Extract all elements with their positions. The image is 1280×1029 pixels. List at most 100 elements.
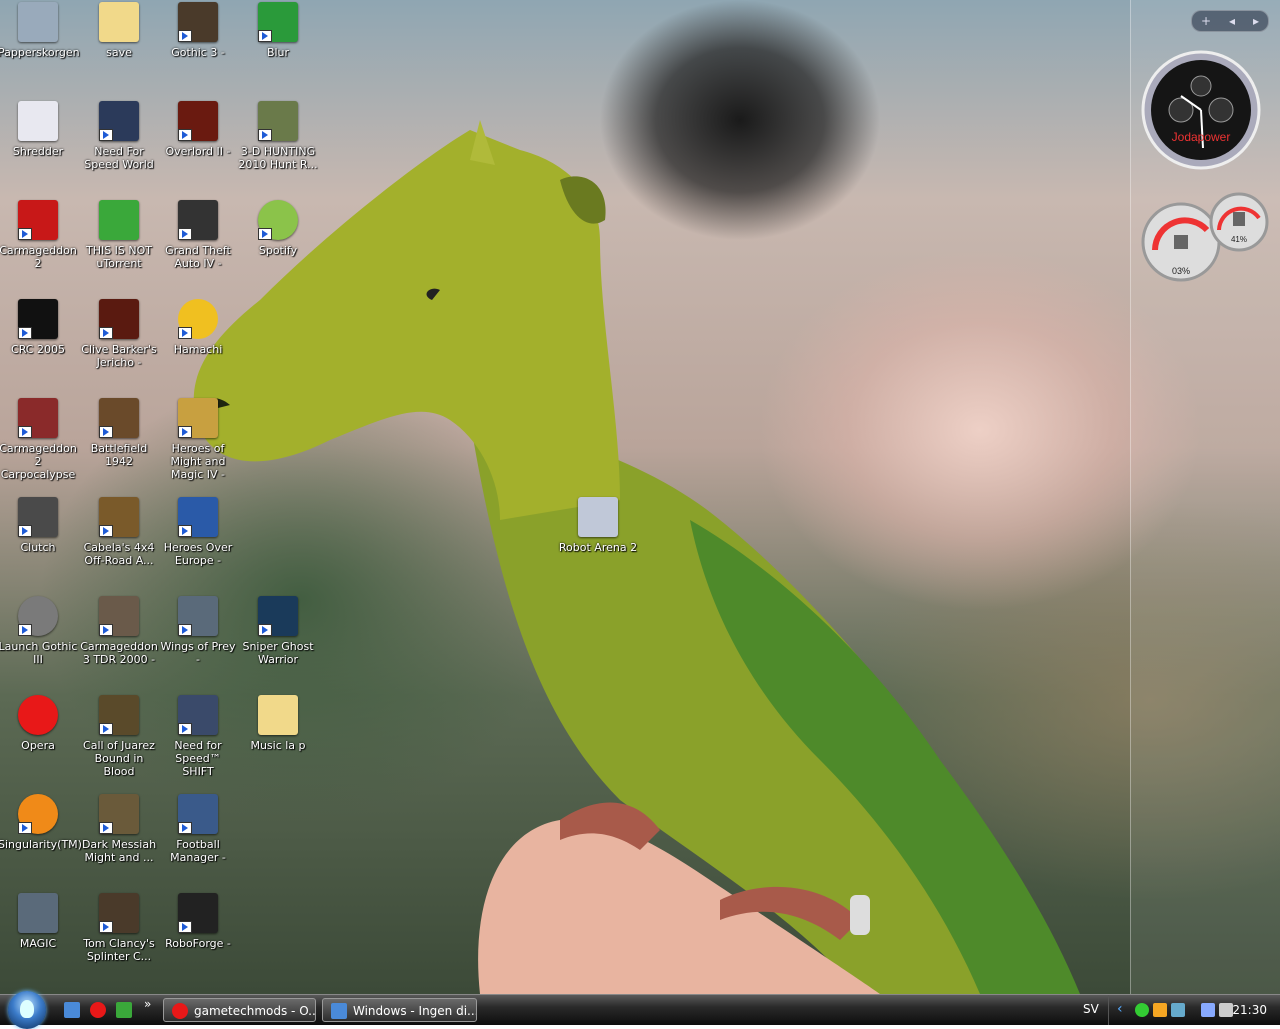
recycle-bin-icon [18,2,58,42]
desktop-icon-recycle-bin[interactable]: Papperskorgen [0,0,80,59]
desktop-icon-shredder[interactable]: Shredder [0,99,78,158]
desktop-icon-jericho[interactable]: Clive Barker's Jericho - [79,297,159,369]
shortcut-arrow-icon [99,921,113,933]
blur-game-icon [258,2,298,42]
game-icon [99,398,139,438]
desktop-icon-carmageddon3[interactable]: Carmageddon 3 TDR 2000 - [79,594,159,666]
shortcut-arrow-icon [18,327,32,339]
game-icon [258,101,298,141]
magic-icon [18,893,58,933]
desktop-icon-splinter-cell[interactable]: Tom Clancy's Splinter C... [79,891,159,963]
desktop-icon-battlefield1942[interactable]: Battlefield 1942 [79,396,159,468]
desktop-icon-spotify[interactable]: Spotify [238,198,318,257]
sidebar-next-button[interactable]: ▸ [1253,14,1259,28]
shortcut-arrow-icon [99,426,113,438]
game-icon [18,299,58,339]
tray-windows-icon[interactable] [1171,1003,1185,1017]
shortcut-arrow-icon [178,30,192,42]
add-gadget-button[interactable]: + [1201,14,1211,28]
taskbar-button-windows-explorer[interactable]: Windows - Ingen di... [322,998,477,1022]
tray-app-icon[interactable] [1153,1003,1167,1017]
shortcut-arrow-icon [178,624,192,636]
desktop-icon-crc2005[interactable]: CRC 2005 [0,297,78,356]
taskbar-button-opera[interactable]: gametechmods - O... [163,998,316,1022]
tray-network-icon[interactable] [1201,1003,1215,1017]
game-icon [178,398,218,438]
desktop-icon-hamachi[interactable]: Hamachi [158,297,238,356]
desktop-icon-singularity[interactable]: Singularity(TM) [0,792,82,851]
cpu-usage-text: 03% [1172,266,1190,276]
desktop-icon-3d-hunting[interactable]: 3-D HUNTING 2010 Hunt R... [238,99,318,171]
desktop-icon-clutch[interactable]: Clutch [0,495,78,554]
system-tray: ‹ 21:30 [1108,995,1280,1025]
desktop-icon-heroes-over-europe[interactable]: Heroes Over Europe - [158,495,238,567]
shortcut-arrow-icon [258,129,272,141]
roboforge-icon [178,893,218,933]
game-icon [99,893,139,933]
shortcut-arrow-icon [178,822,192,834]
shortcut-arrow-icon [178,723,192,735]
shortcut-arrow-icon [178,228,192,240]
game-icon [178,794,218,834]
desktop-icon-nfs-world[interactable]: Need For Speed World [79,99,159,171]
desktop-icon-cabelas[interactable]: Cabela's 4x4 Off-Road A... [79,495,159,567]
quicklaunch-overflow-button[interactable]: » [144,997,151,1011]
shortcut-arrow-icon [99,723,113,735]
desktop-icon-magic[interactable]: MAGIC [0,891,78,950]
cpu-meter-gadget[interactable]: 03% 41% [1141,190,1271,285]
desktop-icon-homm4[interactable]: Heroes of Might and Magic IV - [158,396,238,481]
desktop-icon-overlord2[interactable]: Overlord II - [158,99,238,158]
desktop-icon-blur[interactable]: Blur [238,0,318,59]
shortcut-arrow-icon [99,129,113,141]
desktop-icon-gothic3[interactable]: Gothic 3 - [158,0,238,59]
game-icon [178,200,218,240]
desktop-icon-robot-arena2[interactable]: Robot Arena 2 [558,495,638,554]
shield-icon [18,596,58,636]
shortcut-arrow-icon [18,822,32,834]
desktop-icon-carmageddon2-carpocalypse[interactable]: Carmageddon 2 Carpocalypse [0,396,78,481]
start-button[interactable] [8,991,46,1029]
clock-gadget[interactable]: Jodapower [1141,48,1261,174]
shortcut-arrow-icon [18,426,32,438]
game-icon [18,200,58,240]
desktop-icon-dark-messiah[interactable]: Dark Messiah Might and ... [79,792,159,864]
game-icon [99,497,139,537]
hamachi-icon [178,299,218,339]
game-icon [178,695,218,735]
shortcut-arrow-icon [18,228,32,240]
desktop-icon-music-folder[interactable]: Music la p [238,693,318,752]
tray-expand-button[interactable]: ‹ [1117,1001,1123,1017]
game-icon [99,596,139,636]
taskbar-clock[interactable]: 21:30 [1232,1003,1267,1017]
shredder-icon [18,101,58,141]
desktop-icon-sniper-ghost-warrior[interactable]: Sniper Ghost Warrior [238,594,318,666]
game-icon [178,101,218,141]
desktop-icon-carmageddon2[interactable]: Carmageddon 2 [0,198,78,270]
language-indicator[interactable]: SV [1083,1002,1099,1016]
desktop-icon-nfs-shift[interactable]: Need for Speed™ SHIFT [158,693,238,778]
desktop-icon-roboforge[interactable]: RoboForge - [158,891,238,950]
desktop-icon-wings-of-prey[interactable]: Wings of Prey - [158,594,238,666]
desktop-icon-save[interactable]: save [79,0,159,59]
tray-chat-icon[interactable] [1135,1003,1149,1017]
show-desktop-icon[interactable] [64,1002,80,1018]
taskbar: » gametechmods - O... Windows - Ingen di… [0,991,1280,1029]
desktop-icon-opera[interactable]: Opera [0,693,78,752]
windows-sidebar: + ◂ ▸ Jodapower 03% 41% [1130,0,1280,994]
utorrent-quicklaunch-icon[interactable] [116,1002,132,1018]
shortcut-arrow-icon [178,921,192,933]
game-icon [178,596,218,636]
tray-volume-icon[interactable] [1219,1003,1233,1017]
shortcut-arrow-icon [258,228,272,240]
folder-icon [258,695,298,735]
desktop-icon-utorrent[interactable]: THIS IS NOT uTorrent [79,198,159,270]
desktop-icon-gta4[interactable]: Grand Theft Auto IV - [158,198,238,270]
opera-quicklaunch-icon[interactable] [90,1002,106,1018]
spotify-icon [258,200,298,240]
sidebar-prev-button[interactable]: ◂ [1229,14,1235,28]
desktop-icon-launch-gothic3[interactable]: Launch Gothic III [0,594,78,666]
clock-brand-text: Jodapower [1172,130,1231,144]
shortcut-arrow-icon [18,525,32,537]
desktop-icon-football-manager[interactable]: Football Manager - [158,792,238,864]
desktop-icon-call-of-juarez[interactable]: Call of Juarez Bound in Blood [79,693,159,778]
